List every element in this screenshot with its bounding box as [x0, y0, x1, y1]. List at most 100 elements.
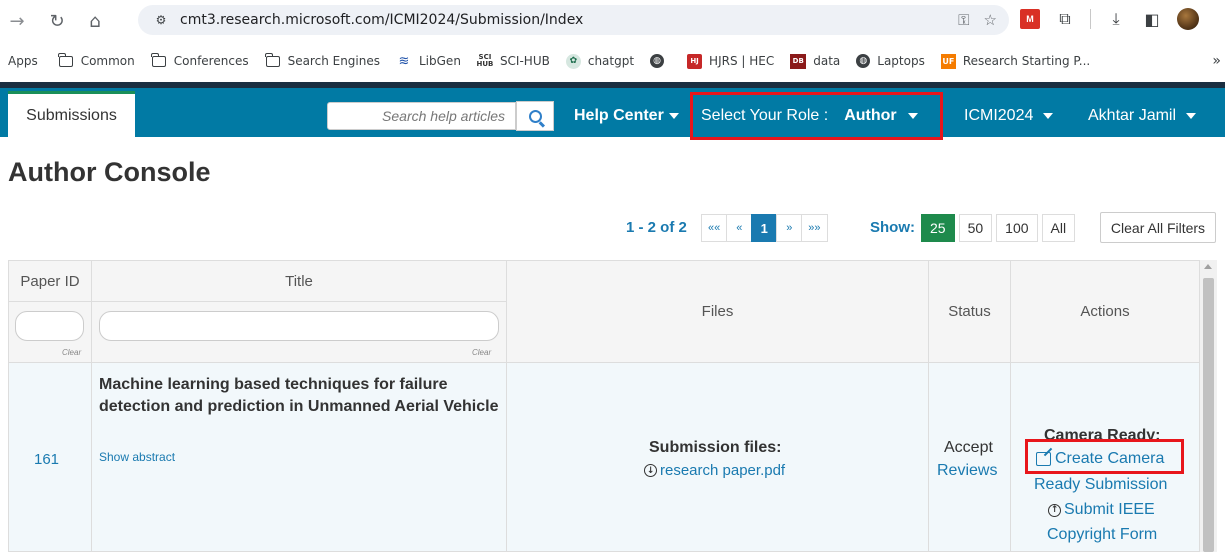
- bookmark-search-engines[interactable]: Search Engines: [264, 52, 380, 68]
- header-title[interactable]: Title: [91, 260, 507, 302]
- forward-arrow-icon[interactable]: →: [4, 8, 30, 34]
- extensions-puzzle-icon[interactable]: ⧉: [1054, 8, 1076, 30]
- clear-paper-id-filter[interactable]: Clear: [62, 348, 81, 357]
- header-files: Files: [506, 260, 929, 363]
- copyright-form-link[interactable]: Copyright Form: [1047, 526, 1157, 544]
- ready-submission-link[interactable]: Ready Submission: [1034, 476, 1167, 494]
- toolbar-divider: [1090, 9, 1091, 29]
- bookmark-label: Apps: [8, 54, 38, 68]
- search-button[interactable]: [516, 101, 554, 131]
- bookmark-sci-hub[interactable]: SCI HUB SCI-HUB: [476, 53, 550, 69]
- help-search-input[interactable]: Search help articles: [327, 102, 516, 130]
- page-size-25[interactable]: 25: [921, 214, 955, 242]
- bookmark-star-icon[interactable]: ☆: [984, 11, 997, 29]
- download-circle-icon: ↓: [644, 464, 657, 477]
- caret-down-icon: [1043, 113, 1054, 119]
- file-download-link[interactable]: ↓ research paper.pdf: [644, 462, 785, 479]
- reload-icon[interactable]: ↻: [44, 8, 70, 34]
- bookmark-label: SCI-HUB: [499, 54, 550, 68]
- bookmark-label: Search Engines: [287, 54, 380, 68]
- libgen-icon: ≋: [398, 53, 410, 69]
- last-page-button[interactable]: »»: [801, 214, 828, 242]
- bookmark-research-starting-p[interactable]: UF Research Starting P...: [940, 53, 1090, 69]
- folder-icon: [264, 52, 281, 68]
- scroll-thumb[interactable]: [1203, 278, 1214, 552]
- bookmarks-bar: Apps Common Conferences Search Engines ≋ LibG…: [0, 44, 1225, 78]
- show-label: Show:: [870, 219, 915, 236]
- globe-icon: ◍: [856, 54, 871, 68]
- page-1-button[interactable]: 1: [751, 214, 778, 242]
- table-row-files-cell: [506, 362, 929, 552]
- scihub-icon: SCI HUB: [476, 53, 494, 68]
- bookmark-globe-7[interactable]: ◍: [650, 54, 671, 68]
- help-center-menu[interactable]: Help Center: [574, 102, 679, 130]
- prev-page-button[interactable]: «: [726, 214, 753, 242]
- title-filter-input[interactable]: [99, 311, 499, 341]
- page-size-50[interactable]: 50: [958, 214, 993, 242]
- scroll-up-icon[interactable]: [1204, 264, 1212, 269]
- status-value: Accept: [944, 439, 993, 456]
- bookmark-label: Laptops: [877, 54, 925, 68]
- bookmark-label: data: [813, 54, 841, 68]
- show-abstract-link[interactable]: Show abstract: [99, 450, 175, 464]
- paper-id-filter-input[interactable]: [15, 311, 84, 341]
- site-settings-icon[interactable]: ⚙: [152, 11, 170, 29]
- result-count: 1 - 2 of 2: [626, 219, 687, 236]
- conference-menu[interactable]: ICMI2024: [964, 102, 1054, 130]
- page-title: Author Console: [8, 157, 211, 187]
- extension-red-icon[interactable]: M: [1020, 9, 1040, 29]
- paper-id[interactable]: 161: [34, 451, 59, 468]
- bookmark-label: chatgpt: [587, 54, 635, 68]
- home-icon[interactable]: ⌂: [82, 8, 108, 34]
- browser-toolbar: → ↻ ⌂ ⚙ cmt3.research.microsoft.com/ICMI…: [0, 0, 1225, 42]
- page-size-100[interactable]: 100: [996, 214, 1038, 242]
- page-size-all[interactable]: All: [1041, 214, 1076, 242]
- side-panel-icon[interactable]: ◧: [1141, 8, 1163, 30]
- bookmark-data[interactable]: DB data: [790, 53, 841, 69]
- upload-circle-icon: ↑: [1048, 503, 1061, 517]
- edit-icon: [1036, 452, 1051, 466]
- tab-submissions[interactable]: Submissions: [8, 91, 135, 137]
- user-menu[interactable]: Akhtar Jamil: [1088, 102, 1197, 130]
- bookmark-label: HJRS | HEC: [709, 54, 775, 68]
- bookmark-chatgpt[interactable]: ✿ chatgpt: [565, 53, 635, 69]
- clear-title-filter[interactable]: Clear: [472, 348, 491, 357]
- folder-icon: [151, 52, 167, 68]
- bookmark-apps[interactable]: Apps: [8, 54, 38, 68]
- page-size-group: 25 50 100 All: [921, 214, 1079, 242]
- bookmark-label: Conferences: [173, 54, 249, 68]
- first-page-button[interactable]: ««: [701, 214, 728, 242]
- clear-all-filters-button[interactable]: Clear All Filters: [1100, 212, 1216, 243]
- address-bar[interactable]: ⚙ cmt3.research.microsoft.com/ICMI2024/S…: [138, 5, 1009, 35]
- create-camera-label: Create Camera: [1055, 450, 1165, 467]
- hjrs-icon: HJ: [687, 53, 703, 69]
- reviews-link[interactable]: Reviews: [937, 462, 997, 480]
- header-paper-id[interactable]: Paper ID: [8, 260, 92, 302]
- bookmark-common[interactable]: Common: [58, 52, 135, 68]
- submit-ieee-label: Submit IEEE: [1064, 501, 1155, 518]
- pagination: «« « 1 » »»: [701, 214, 828, 242]
- search-icon: [528, 109, 542, 123]
- bookmark-laptops[interactable]: ◍ Laptops: [856, 54, 925, 68]
- chatgpt-icon: ✿: [565, 53, 581, 69]
- url-text[interactable]: cmt3.research.microsoft.com/ICMI2024/Sub…: [180, 12, 583, 28]
- profile-avatar[interactable]: [1177, 8, 1199, 30]
- caret-down-icon: [1186, 113, 1197, 119]
- bookmark-conferences[interactable]: Conferences: [151, 52, 249, 68]
- table-scrollbar[interactable]: [1200, 260, 1217, 552]
- header-actions: Actions: [1010, 260, 1200, 363]
- bookmark-hjrs-hec[interactable]: HJ HJRS | HEC: [687, 53, 775, 69]
- bookmarks-overflow-icon[interactable]: »: [1212, 53, 1221, 69]
- bookmark-libgen[interactable]: ≋ LibGen: [396, 53, 461, 69]
- next-page-button[interactable]: »: [776, 214, 803, 242]
- password-key-icon[interactable]: ⚿: [958, 11, 969, 29]
- create-camera-ready-link[interactable]: Create Camera: [1036, 450, 1164, 468]
- submit-ieee-link[interactable]: ↑ Submit IEEE: [1048, 501, 1155, 519]
- bookmark-label: LibGen: [419, 54, 461, 68]
- paper-title: Machine learning based techniques for fa…: [99, 376, 499, 415]
- download-icon[interactable]: ⤓: [1105, 8, 1127, 30]
- table-row-status-cell: [928, 362, 1011, 552]
- help-center-label: Help Center: [574, 107, 664, 124]
- header-status[interactable]: Status: [928, 260, 1011, 363]
- uf-icon: UF: [940, 53, 956, 69]
